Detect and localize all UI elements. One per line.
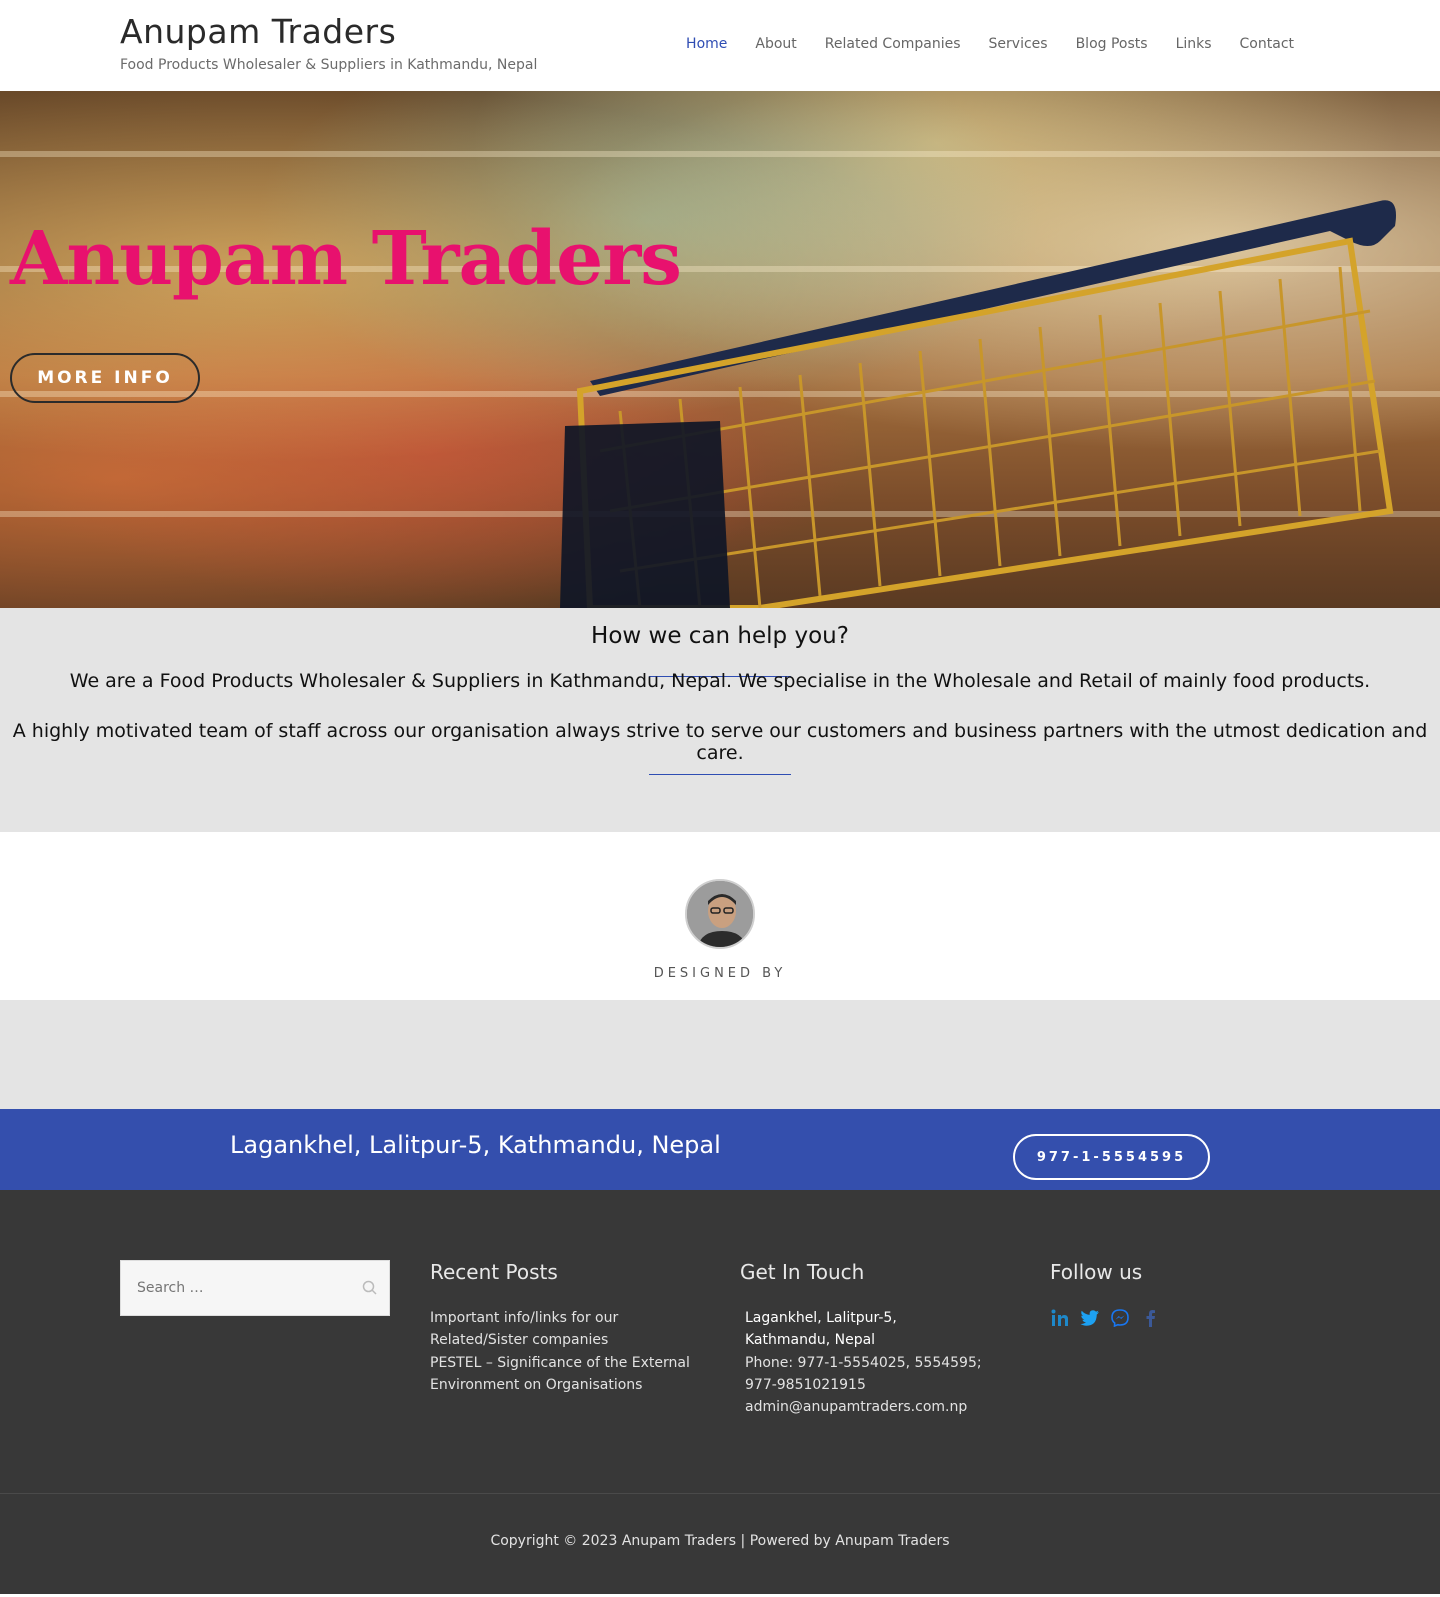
site-title[interactable]: Anupam Traders [120, 12, 396, 51]
search-input[interactable] [121, 1261, 351, 1315]
nav-about[interactable]: About [755, 36, 796, 52]
nav-related-companies[interactable]: Related Companies [825, 36, 961, 52]
cta-address: Lagankhel, Lalitpur-5, Kathmandu, Nepal [230, 1131, 721, 1159]
post-line: PESTEL – Significance of the External [430, 1355, 690, 1371]
messenger-icon[interactable] [1110, 1308, 1130, 1328]
contact-cta-bar: Lagankhel, Lalitpur-5, Kathmandu, Nepal … [0, 1109, 1440, 1190]
site-tagline: Food Products Wholesaler & Suppliers in … [120, 57, 538, 73]
recent-post-link[interactable]: Important info/links for our Related/Sis… [430, 1307, 618, 1351]
help-section: How we can help you? We are a Food Produ… [0, 608, 1440, 832]
post-line: Related/Sister companies [430, 1332, 609, 1348]
avatar [685, 879, 755, 949]
facebook-icon[interactable] [1140, 1308, 1160, 1328]
search-icon[interactable] [361, 1279, 379, 1297]
contact-address-line-2: Kathmandu, Nepal [745, 1332, 876, 1348]
get-in-touch-title: Get In Touch [740, 1260, 865, 1284]
contact-address-line-1: Lagankhel, Lalitpur-5, [745, 1310, 897, 1326]
footer-divider [0, 1493, 1440, 1494]
shopping-cart-image [560, 200, 1396, 608]
nav-blog-posts[interactable]: Blog Posts [1076, 36, 1148, 52]
contact-email[interactable]: admin@anupamtraders.com.np [745, 1396, 967, 1418]
copyright-text: Copyright © 2023 Anupam Traders | Powere… [490, 1533, 950, 1549]
contact-mobile: 977-9851021915 [745, 1377, 866, 1393]
twitter-icon[interactable] [1080, 1308, 1100, 1328]
contact-phone: Phone: 977-1-5554025, 5554595; [745, 1355, 982, 1371]
designed-by-section: DESIGNED BY [0, 832, 1440, 1000]
nav-home[interactable]: Home [686, 36, 727, 52]
follow-us-title: Follow us [1050, 1260, 1143, 1284]
help-paragraph-2: A highly motivated team of staff across … [12, 720, 1428, 764]
help-heading: How we can help you? [591, 623, 849, 649]
recent-posts-title: Recent Posts [430, 1260, 558, 1284]
section-divider [649, 774, 791, 775]
linkedin-icon[interactable] [1050, 1308, 1070, 1328]
site-header: Anupam Traders Food Products Wholesaler … [0, 0, 1440, 91]
site-footer: Recent Posts Important info/links for ou… [0, 1190, 1440, 1594]
help-paragraph-1: We are a Food Products Wholesaler & Supp… [69, 670, 1371, 692]
hero-banner: Anupam Traders MORE INFO [0, 91, 1440, 608]
post-line: Important info/links for our [430, 1310, 619, 1326]
nav-links[interactable]: Links [1176, 36, 1212, 52]
main-nav: Home About Related Companies Services Bl… [686, 36, 1294, 52]
search-form [120, 1260, 390, 1316]
social-icons [1050, 1308, 1160, 1328]
recent-post-link[interactable]: PESTEL – Significance of the External En… [430, 1352, 690, 1396]
nav-contact[interactable]: Contact [1240, 36, 1294, 52]
designed-by-label: DESIGNED BY [653, 966, 787, 981]
nav-services[interactable]: Services [989, 36, 1048, 52]
phone-button[interactable]: 977-1-5554595 [1013, 1134, 1210, 1180]
more-info-button[interactable]: MORE INFO [10, 353, 200, 403]
grey-band [0, 1000, 1440, 1109]
post-line: Environment on Organisations [430, 1377, 643, 1393]
hero-title: Anupam Traders [10, 216, 682, 302]
